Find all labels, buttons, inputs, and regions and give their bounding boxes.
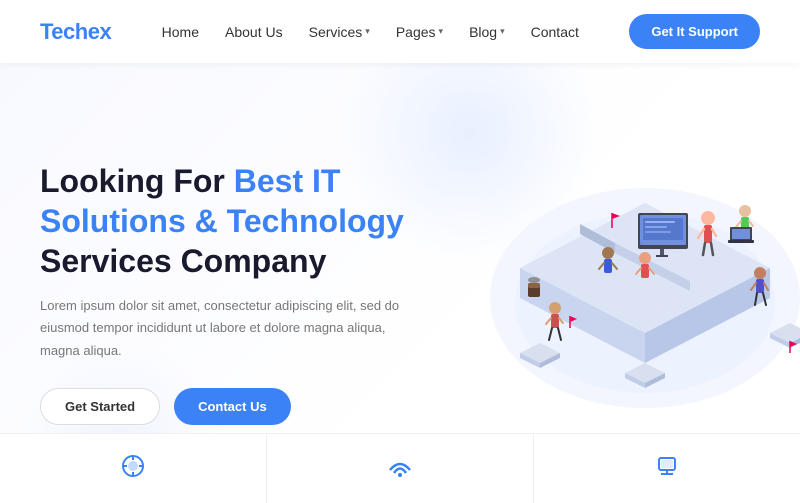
nav-link-contact[interactable]: Contact [531, 24, 579, 40]
bottom-cards-strip [0, 433, 800, 503]
pages-arrow-icon: ▾ [439, 26, 444, 37]
nav-item-blog[interactable]: Blog▾ [469, 24, 505, 40]
hero-section: Looking For Best IT Solutions & Technolo… [0, 63, 800, 503]
card-item-3 [534, 434, 800, 503]
hero-heading-line2: Solutions & Technology [40, 203, 404, 239]
nav-link-services[interactable]: Services▾ [309, 24, 370, 40]
hero-buttons: Get Started Contact Us [40, 388, 460, 425]
nav-link-pages[interactable]: Pages▾ [396, 24, 443, 40]
logo[interactable]: Techex [40, 19, 111, 45]
nav-item-home[interactable]: Home [162, 24, 199, 40]
card-icon-3 [651, 452, 683, 486]
card-item-2 [267, 434, 534, 503]
nav-item-pages[interactable]: Pages▾ [396, 24, 443, 40]
nav-links: Home About Us Services▾ Pages▾ Blog▾ Con… [162, 24, 579, 40]
logo-text-dark: Tech [40, 19, 88, 44]
isometric-scene-svg [460, 123, 800, 443]
hero-heading: Looking For Best IT Solutions & Technolo… [40, 161, 460, 281]
nav-item-about[interactable]: About Us [225, 24, 283, 40]
get-started-button[interactable]: Get Started [40, 388, 160, 425]
services-arrow-icon: ▾ [365, 26, 370, 37]
card-icon-1 [117, 452, 149, 486]
navbar: Techex Home About Us Services▾ Pages▾ Bl… [0, 0, 800, 63]
card-icon-2 [384, 452, 416, 486]
hero-text-block: Looking For Best IT Solutions & Technolo… [40, 161, 460, 424]
hero-heading-line1: Looking For [40, 163, 234, 199]
nav-link-home[interactable]: Home [162, 24, 199, 40]
nav-link-about[interactable]: About Us [225, 24, 283, 40]
nav-link-blog[interactable]: Blog▾ [469, 24, 505, 40]
nav-item-contact[interactable]: Contact [531, 24, 579, 40]
hero-heading-highlight: Best IT [234, 163, 341, 199]
hero-heading-line3: Services Company [40, 243, 326, 279]
get-support-button[interactable]: Get It Support [629, 14, 760, 49]
hero-description: Lorem ipsum dolor sit amet, consectetur … [40, 295, 400, 361]
hero-illustration [460, 123, 800, 463]
card-item-1 [0, 434, 267, 503]
logo-text-highlight: ex [88, 19, 111, 44]
nav-item-services[interactable]: Services▾ [309, 24, 370, 40]
contact-us-button[interactable]: Contact Us [174, 388, 291, 425]
blog-arrow-icon: ▾ [500, 26, 505, 37]
